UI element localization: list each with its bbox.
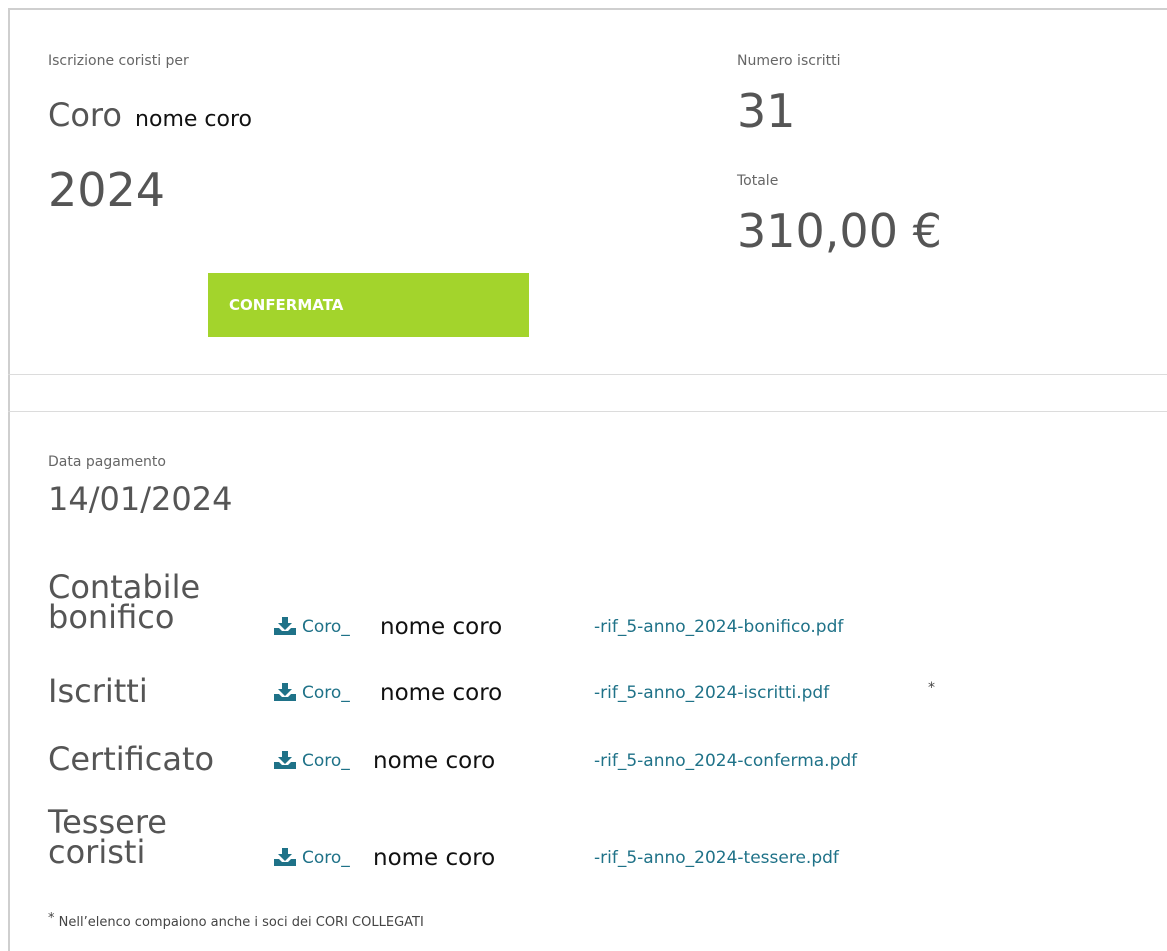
doc-label-iscritti: Iscritti	[48, 672, 148, 710]
registration-year: 2024	[48, 163, 166, 217]
choir-title: Coro nome coro	[48, 96, 252, 134]
doc-link-prefix[interactable]: Coro_	[302, 848, 350, 868]
doc-link-choir-name: nome coro	[380, 614, 503, 640]
doc-link-certificato[interactable]: -rif_5-anno_2024-conferma.pdf	[594, 751, 857, 771]
download-icon[interactable]	[274, 751, 296, 769]
download-icon[interactable]	[274, 617, 296, 635]
status-button[interactable]: CONFERMATA	[208, 273, 529, 337]
section-divider-top	[8, 374, 1167, 375]
doc-label-bonifico: Contabile bonifico	[48, 568, 201, 636]
totale-label: Totale	[737, 173, 779, 189]
download-icon[interactable]	[274, 683, 296, 701]
footnote-mark: *	[48, 911, 55, 926]
doc-link-choir-name: nome coro	[373, 845, 496, 871]
footnote: * Nell’elenco compaiono anche i soci dei…	[48, 911, 424, 930]
payment-date-label: Data pagamento	[48, 454, 166, 470]
footnote-marker: *	[928, 680, 935, 696]
numero-iscritti-label: Numero iscritti	[737, 53, 841, 69]
doc-link-iscritti[interactable]: -rif_5-anno_2024-iscritti.pdf	[594, 683, 829, 703]
doc-link-choir-name: nome coro	[373, 748, 496, 774]
registration-subtitle: Iscrizione coristi per	[48, 53, 189, 69]
payment-date-value: 14/01/2024	[48, 480, 233, 518]
numero-iscritti-value: 31	[737, 84, 796, 138]
footnote-text: Nell’elenco compaiono anche i soci dei C…	[58, 915, 424, 930]
coro-word: Coro	[48, 96, 122, 134]
doc-label-tessere: Tessere coristi	[48, 803, 167, 871]
doc-link-choir-name: nome coro	[380, 680, 503, 706]
totale-value: 310,00 €	[737, 204, 942, 258]
doc-link-prefix[interactable]: Coro_	[302, 683, 350, 703]
doc-link-tessere[interactable]: -rif_5-anno_2024-tessere.pdf	[594, 848, 839, 868]
choir-name: nome coro	[135, 107, 252, 132]
section-divider-bottom	[8, 411, 1167, 412]
doc-link-prefix[interactable]: Coro_	[302, 617, 350, 637]
doc-link-bonifico[interactable]: -rif_5-anno_2024-bonifico.pdf	[594, 617, 843, 637]
doc-label-certificato: Certificato	[48, 740, 215, 778]
download-icon[interactable]	[274, 848, 296, 866]
doc-link-prefix[interactable]: Coro_	[302, 751, 350, 771]
